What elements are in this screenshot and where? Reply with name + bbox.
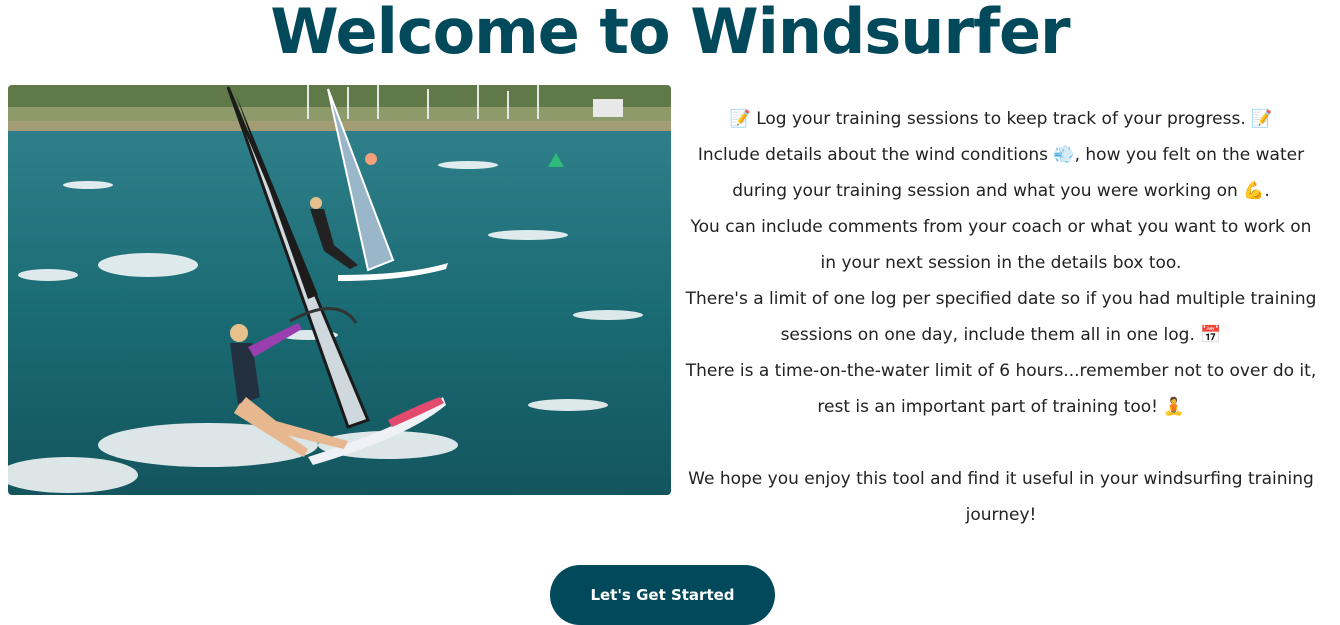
get-started-button[interactable]: Let's Get Started [550,565,775,625]
intro-line-limit: There's a limit of one log per specified… [685,289,1317,345]
hero-image [8,85,671,495]
intro-line-time-limit: There is a time-on-the-water limit of 6 … [685,361,1317,417]
intro-line-coach: You can include comments from your coach… [690,217,1312,273]
welcome-page: Welcome to Windsurfer 📝 Log your trainin… [0,0,1340,625]
intro-closing: We hope you enjoy this tool and find it … [688,469,1314,525]
intro-text: 📝 Log your training sessions to keep tra… [685,101,1317,533]
intro-line-details: Include details about the wind condition… [697,145,1305,201]
intro-spacer [685,425,1317,461]
intro-line-log: 📝 Log your training sessions to keep tra… [729,109,1273,129]
page-title: Welcome to Windsurfer [270,0,1070,68]
